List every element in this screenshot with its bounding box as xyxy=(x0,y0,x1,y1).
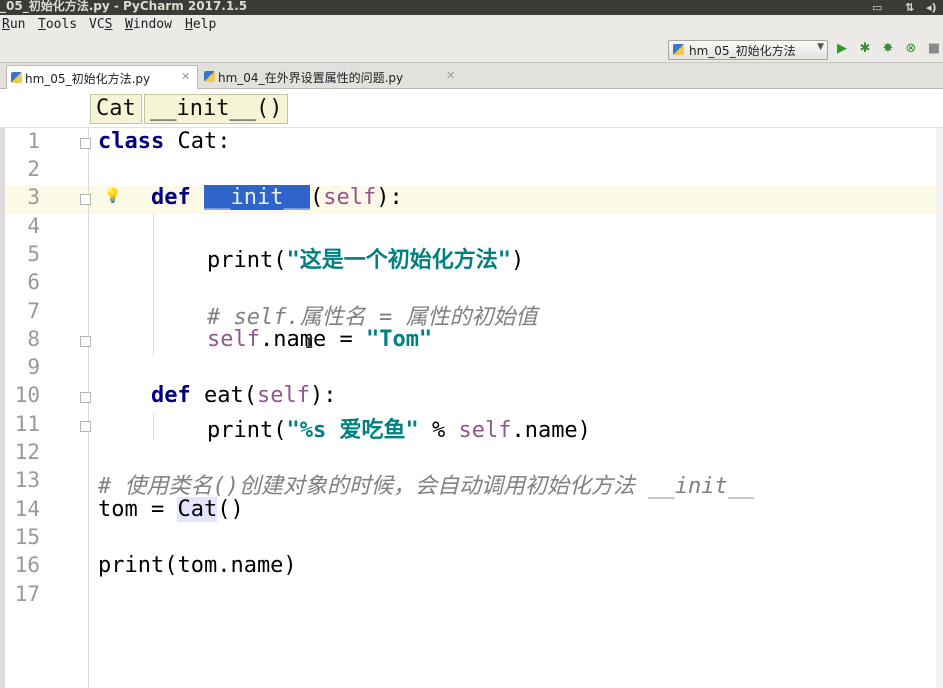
line-number: 6 xyxy=(27,270,40,294)
menu-help[interactable]: Help xyxy=(185,17,216,32)
line-number: 9 xyxy=(27,355,40,379)
keyword: def xyxy=(151,383,191,408)
run-icon[interactable]: ▶ xyxy=(834,41,850,57)
line-number: 2 xyxy=(27,157,40,181)
code-line-1: class Cat: xyxy=(98,129,230,157)
line-number-gutter: 1 2 3 4 5 6 7 8 9 10 11 12 13 14 15 16 1… xyxy=(0,128,121,688)
indent-guide xyxy=(153,214,154,356)
python-file-icon xyxy=(11,72,22,83)
code-line-8: self.name = "Tom" xyxy=(207,327,432,355)
code-text: ): xyxy=(309,383,337,408)
line-number: 10 xyxy=(14,383,40,407)
line-number: 12 xyxy=(14,440,40,464)
left-tool-strip xyxy=(0,128,5,688)
code-line-5: print("这是一个初始化方法") xyxy=(207,242,525,273)
indent-guide xyxy=(153,412,154,440)
window-title: _05_初始化方法.py - PyCharm 2017.1.5 xyxy=(0,0,248,13)
toolbar: hm_05_初始化方法 ▼ ▶ ✱ ✸ ⊗ ■ xyxy=(0,37,943,63)
line-number: 15 xyxy=(14,525,40,549)
code-editor[interactable]: class Cat: def __init__(self): print("这是… xyxy=(89,128,943,688)
title-bar: _05_初始化方法.py - PyCharm 2017.1.5 ▭ ⇅ ◂) xyxy=(0,0,943,15)
python-file-icon xyxy=(673,44,684,55)
menu-vcs[interactable]: VCS xyxy=(89,17,112,32)
code-line-13: # 使用类名()创建对象的时候，会自动调用初始化方法 __init__ xyxy=(98,468,755,499)
line-number: 14 xyxy=(14,497,40,521)
code-text: ): xyxy=(376,185,403,210)
line-number: 17 xyxy=(14,582,40,606)
keyword: def xyxy=(151,185,191,210)
code-line-3: def __init__(self): xyxy=(151,185,403,213)
self-keyword: self xyxy=(256,383,310,408)
code-text: () xyxy=(217,497,244,522)
editor-tabs: hm_05_初始化方法.py ✕ hm_04_在外界设置属性的问题.py ✕ xyxy=(0,63,943,89)
line-number: 5 xyxy=(27,242,40,266)
tab-label: hm_04_在外界设置属性的问题.py xyxy=(218,71,404,85)
comment: # 使用类名()创建对象的时候，会自动调用初始化方法 __init__ xyxy=(98,474,755,499)
tab-label: hm_05_初始化方法.py xyxy=(25,72,151,86)
debug-icon[interactable]: ✱ xyxy=(857,41,873,57)
code-text: Cat: xyxy=(164,129,231,154)
self-keyword: self xyxy=(458,418,512,443)
keyboard-indicator-icon: ▭ xyxy=(872,1,883,14)
line-number: 1 xyxy=(27,129,40,153)
string-literal: "%s 爱吃鱼" xyxy=(286,418,419,443)
coverage-icon[interactable]: ✸ xyxy=(880,41,896,57)
editor-scrollbar[interactable] xyxy=(936,128,943,688)
code-line-11: print("%s 爱吃鱼" % self.name) xyxy=(207,412,591,443)
stop-icon[interactable]: ■ xyxy=(926,41,942,57)
menu-run[interactable]: Run xyxy=(2,17,25,32)
usage-highlight: Cat xyxy=(177,497,218,522)
code-line-10: def eat(self): xyxy=(151,383,336,411)
line-number: 7 xyxy=(27,299,40,323)
selected-text: __init__ xyxy=(204,185,310,210)
self-keyword: self xyxy=(323,185,377,210)
run-config-label: hm_05_初始化方法 xyxy=(689,44,796,58)
code-text: print( xyxy=(207,418,287,443)
chevron-down-icon: ▼ xyxy=(817,42,824,52)
sort-icon: ⇅ xyxy=(905,1,915,14)
code-text: eat( xyxy=(190,383,257,408)
code-text: .name) xyxy=(511,418,591,443)
self-keyword: self xyxy=(207,327,260,352)
breadcrumb: Cat __init__() xyxy=(0,89,943,128)
line-number: 11 xyxy=(14,412,40,436)
code-text: % xyxy=(418,418,459,443)
profile-icon[interactable]: ⊗ xyxy=(903,41,919,57)
breadcrumb-method[interactable]: __init__() xyxy=(144,94,289,124)
close-icon[interactable]: ✕ xyxy=(446,69,455,82)
menu-tools[interactable]: Tools xyxy=(38,17,77,32)
line-number: 16 xyxy=(14,553,40,577)
line-number: 3 xyxy=(27,185,40,209)
code-text: ) xyxy=(510,248,525,273)
menu-bar: Run Tools VCS Window Help xyxy=(0,15,943,37)
code-line-7: # self.属性名 = 属性的初始值 xyxy=(207,299,537,330)
line-number: 4 xyxy=(27,214,40,238)
tab-hm05[interactable]: hm_05_初始化方法.py ✕ xyxy=(6,65,198,89)
text-cursor-icon: I xyxy=(305,336,314,352)
code-text: ( xyxy=(309,185,324,210)
run-config-select[interactable]: hm_05_初始化方法 ▼ xyxy=(668,40,828,60)
tab-hm04[interactable]: hm_04_在外界设置属性的问题.py ✕ xyxy=(200,65,460,88)
code-line-14: tom = Cat() xyxy=(98,497,244,525)
code-text: tom = xyxy=(98,497,178,522)
code-text: print(tom.name) xyxy=(98,553,297,578)
menu-window[interactable]: Window xyxy=(125,17,172,32)
string-literal: "Tom" xyxy=(365,327,433,352)
code-line-16: print(tom.name) xyxy=(98,553,297,581)
close-icon[interactable]: ✕ xyxy=(181,70,190,83)
line-number: 13 xyxy=(14,468,40,492)
sound-icon: ◂) xyxy=(926,1,937,14)
code-text: print( xyxy=(207,248,287,273)
breadcrumb-class[interactable]: Cat xyxy=(90,94,142,124)
string-literal: "这是一个初始化方法" xyxy=(286,248,511,273)
keyword: class xyxy=(98,129,165,154)
line-number: 8 xyxy=(27,327,40,351)
python-file-icon xyxy=(204,71,215,82)
